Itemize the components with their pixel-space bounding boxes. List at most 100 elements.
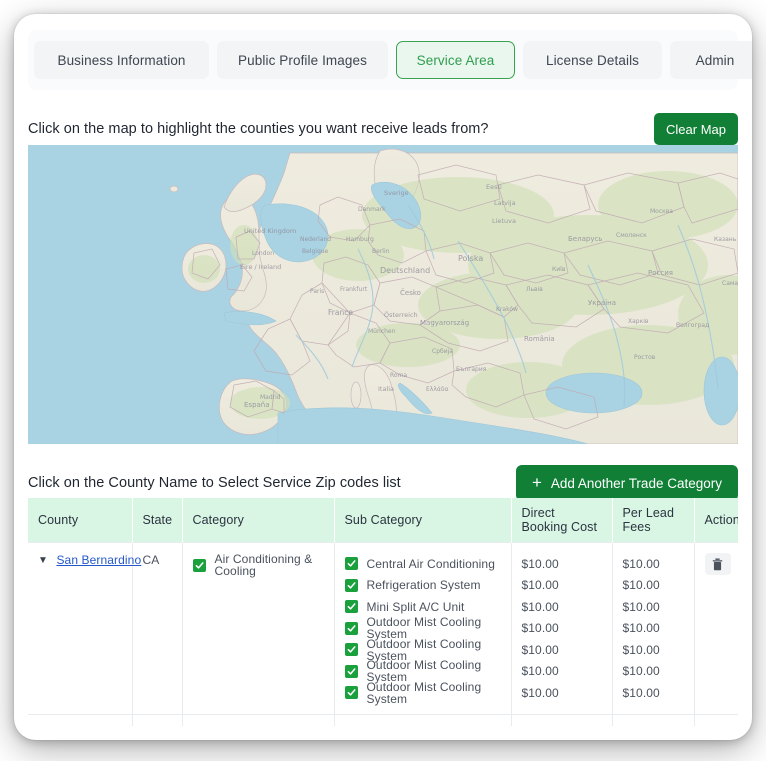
- sub-category-checkbox[interactable]: [344, 557, 358, 571]
- direct-booking-cost-cell: $10.00 $10.00: [511, 713, 613, 726]
- sub-category-label: Refrigeration System: [366, 578, 481, 593]
- svg-text:Polska: Polska: [458, 254, 483, 263]
- profile-tabs: Business Information Public Profile Imag…: [28, 30, 752, 90]
- tab-business-information[interactable]: Business Information: [34, 41, 209, 79]
- direct-cost-value: $10.00: [521, 599, 559, 614]
- column-header-category: Category: [182, 498, 335, 543]
- category-cell: Electrical & Computers: [182, 713, 335, 727]
- svg-text:Київ: Київ: [552, 266, 566, 273]
- svg-text:Харків: Харків: [628, 318, 649, 325]
- svg-text:Nederland: Nederland: [300, 236, 331, 243]
- direct-cost-value: $10.00: [521, 664, 559, 679]
- clear-map-button[interactable]: Clear Map: [654, 113, 738, 145]
- sub-category-checkbox[interactable]: [344, 600, 358, 614]
- svg-text:France: France: [328, 308, 353, 317]
- tab-label: License Details: [545, 52, 640, 68]
- tab-admin[interactable]: Admin: [670, 41, 752, 79]
- svg-text:Danmark: Danmark: [358, 206, 386, 213]
- column-header-sub-category: Sub Category: [334, 498, 512, 543]
- svg-text:Madrid: Madrid: [260, 394, 281, 401]
- actions-cell: [694, 542, 738, 714]
- per-lead-fee-value: $10.00: [622, 621, 660, 636]
- sub-category-checkbox[interactable]: [344, 578, 358, 592]
- sub-category-checkbox[interactable]: [344, 664, 358, 678]
- svg-text:United Kingdom: United Kingdom: [244, 227, 296, 235]
- direct-cost-value: $10.00: [521, 556, 559, 571]
- per-lead-fee-value: $10.00: [623, 725, 684, 727]
- svg-text:España: España: [244, 401, 270, 409]
- sub-category-checkbox[interactable]: [344, 621, 358, 635]
- table-head: County State Category Sub Category Direc…: [28, 498, 738, 543]
- service-area-map[interactable]: France Deutschland Polska Česko Magyaror…: [28, 145, 738, 444]
- per-lead-fees-cell: $10.00 $10.00: [612, 713, 695, 727]
- sub-category-line: Refrigeration System: [344, 575, 501, 597]
- svg-text:Россия: Россия: [648, 269, 673, 277]
- svg-text:Sverige: Sverige: [384, 189, 409, 197]
- tab-public-profile-images[interactable]: Public Profile Images: [217, 41, 388, 79]
- table-instruction-text: Click on the County Name to Select Servi…: [28, 475, 401, 491]
- svg-text:Latvija: Latvija: [494, 199, 516, 207]
- county-cell: ▼ San Bernardino: [28, 542, 141, 714]
- svg-text:Србија: Србија: [432, 348, 453, 355]
- category-line: Electrical & Computers: [193, 725, 324, 727]
- table-row: Electrical & Computers Home Security & A…: [28, 713, 738, 727]
- table-body: ▼ San Bernardino CA Air Conditioning & C…: [28, 542, 738, 727]
- tab-service-area[interactable]: Service Area: [396, 41, 515, 79]
- svg-text:Magyarország: Magyarország: [420, 319, 469, 327]
- svg-text:România: România: [524, 335, 555, 343]
- svg-text:Frankfurt: Frankfurt: [340, 286, 368, 293]
- category-label: Electrical & Computers: [215, 725, 324, 727]
- direct-cost-value: $10.00: [521, 642, 559, 657]
- add-trade-category-button[interactable]: + Add Another Trade Category: [515, 465, 738, 501]
- svg-text:Éire / Ireland: Éire / Ireland: [240, 262, 281, 271]
- per-lead-fee-value: $10.00: [622, 578, 660, 593]
- svg-text:Česko: Česko: [400, 288, 421, 297]
- table-header-row: County State Category Sub Category Direc…: [28, 498, 738, 543]
- per-lead-fee-value: $10.00: [622, 685, 660, 700]
- svg-text:Ελλάδα: Ελλάδα: [426, 386, 449, 393]
- service-area-card: Business Information Public Profile Imag…: [14, 14, 752, 740]
- category-checkbox[interactable]: [192, 558, 206, 572]
- county-cell-empty: [28, 713, 133, 726]
- svg-text:Казань: Казань: [714, 236, 737, 243]
- tab-label: Public Profile Images: [238, 52, 367, 68]
- delete-category-button[interactable]: [704, 553, 731, 575]
- per-lead-fee-value: $10.00: [622, 556, 660, 571]
- tab-label: Admin: [695, 52, 735, 68]
- svg-text:Roma: Roma: [390, 372, 407, 379]
- sub-category-line: Central Air Conditioning: [344, 553, 501, 575]
- sub-category-line: Outdoor Mist Cooling System: [344, 681, 501, 705]
- svg-text:Беларусь: Беларусь: [568, 235, 602, 243]
- svg-text:Львів: Львів: [526, 286, 543, 293]
- map-canvas: France Deutschland Polska Česko Magyaror…: [28, 145, 738, 444]
- sub-category-cell: Home Security & Alarms Cables, Networks …: [334, 713, 512, 727]
- per-lead-fee-value: $10.00: [622, 599, 660, 614]
- svg-text:Paris: Paris: [310, 288, 324, 295]
- svg-text:Belgique: Belgique: [302, 248, 329, 255]
- column-header-direct-cost: Direct Booking Cost: [511, 498, 613, 543]
- sub-category-line: Outdoor Mist Cooling System: [344, 616, 501, 640]
- app-page: Business Information Public Profile Imag…: [0, 0, 766, 761]
- column-header-actions: Actions: [694, 498, 738, 543]
- svg-text:Україна: Україна: [588, 299, 616, 307]
- svg-text:Deutschland: Deutschland: [380, 266, 430, 275]
- svg-text:Eesti: Eesti: [486, 183, 502, 191]
- direct-booking-cost-cell: $10.00 $10.00 $10.00 $10.00 $10.00 $10.0…: [511, 542, 613, 714]
- svg-text:London: London: [252, 250, 274, 257]
- svg-text:Самара: Самара: [722, 280, 738, 287]
- direct-cost-value: $10.00: [521, 578, 559, 593]
- tab-license-details[interactable]: License Details: [523, 41, 662, 79]
- direct-cost-value: $10.00: [521, 685, 559, 700]
- sub-category-checkbox[interactable]: [344, 686, 358, 700]
- sub-category-checkbox[interactable]: [344, 643, 358, 657]
- svg-text:Москва: Москва: [650, 208, 673, 215]
- svg-text:България: България: [456, 366, 487, 373]
- category-line: Air Conditioning & Cooling: [192, 553, 324, 577]
- add-trade-category-label: Add Another Trade Category: [550, 475, 722, 491]
- sub-category-line: Home Security & Alarms: [345, 725, 501, 727]
- county-name-link[interactable]: San Bernardino: [56, 553, 141, 567]
- sub-category-line: Outdoor Mist Cooling System: [344, 659, 501, 683]
- table-row: ▼ San Bernardino CA Air Conditioning & C…: [28, 542, 738, 714]
- state-cell: CA: [132, 542, 183, 714]
- chevron-down-icon[interactable]: ▼: [38, 555, 48, 566]
